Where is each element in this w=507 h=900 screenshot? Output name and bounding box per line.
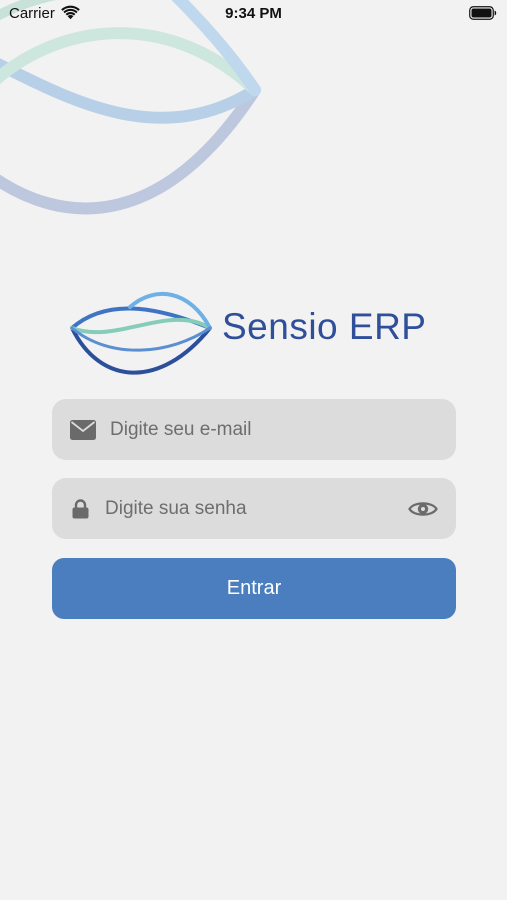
email-field[interactable]: [52, 399, 456, 460]
mail-icon: [70, 419, 96, 440]
login-button[interactable]: Entrar: [52, 558, 456, 619]
battery-icon: [469, 6, 497, 20]
background-waves-decoration: [0, 0, 261, 215]
password-field[interactable]: [52, 478, 456, 539]
password-input[interactable]: [105, 478, 395, 539]
wave-logo-icon: [70, 292, 212, 375]
eye-icon[interactable]: [408, 499, 438, 519]
status-bar: Carrier 9:34 PM: [0, 0, 507, 28]
status-time: 9:34 PM: [225, 5, 282, 22]
email-input[interactable]: [110, 399, 440, 460]
brand-logo: Sensio ERP: [70, 285, 450, 380]
login-screen: Carrier 9:34 PM Sensio ERP Digite seu e-…: [0, 0, 507, 900]
brand-name: Sensio ERP: [222, 306, 427, 347]
lock-icon: [72, 498, 89, 518]
